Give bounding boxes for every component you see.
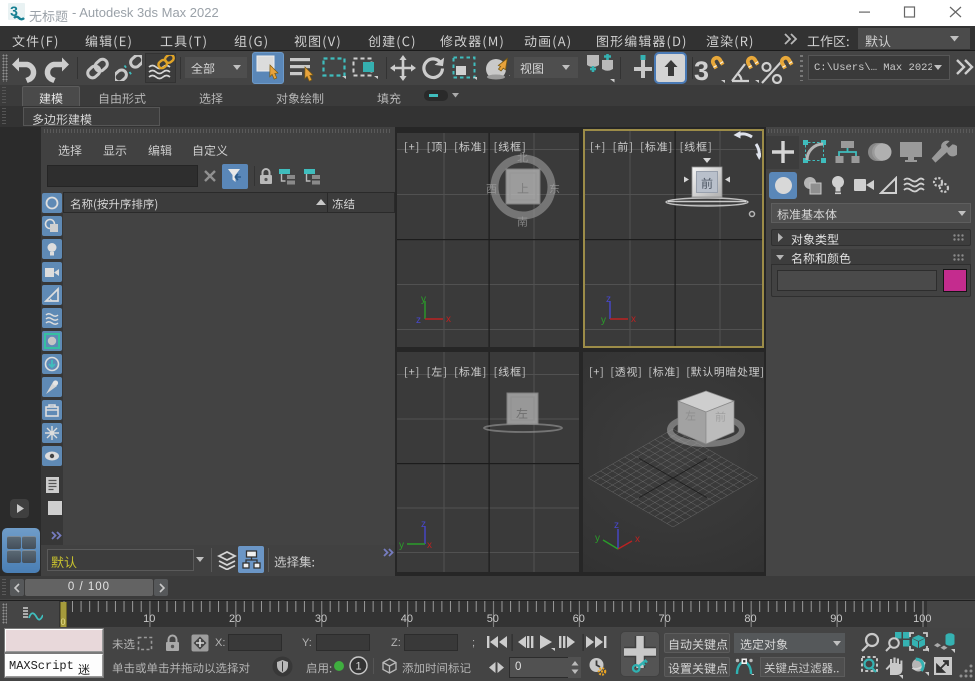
svg-text:y: y: [601, 315, 606, 326]
svg-text:1: 1: [355, 661, 361, 673]
svg-text:x: x: [631, 314, 636, 325]
svg-text:x: x: [427, 540, 432, 551]
svg-text:z: z: [416, 315, 421, 326]
svg-text:z: z: [421, 520, 426, 530]
svg-text:x: x: [635, 534, 640, 545]
svg-text:3: 3: [694, 56, 709, 84]
svg-text:x: x: [446, 314, 451, 325]
svg-text:z: z: [606, 295, 611, 305]
svg-text:z: z: [614, 521, 619, 531]
svg-text:y: y: [595, 533, 600, 544]
svg-text:y: y: [421, 295, 426, 305]
svg-text:y: y: [399, 540, 404, 551]
